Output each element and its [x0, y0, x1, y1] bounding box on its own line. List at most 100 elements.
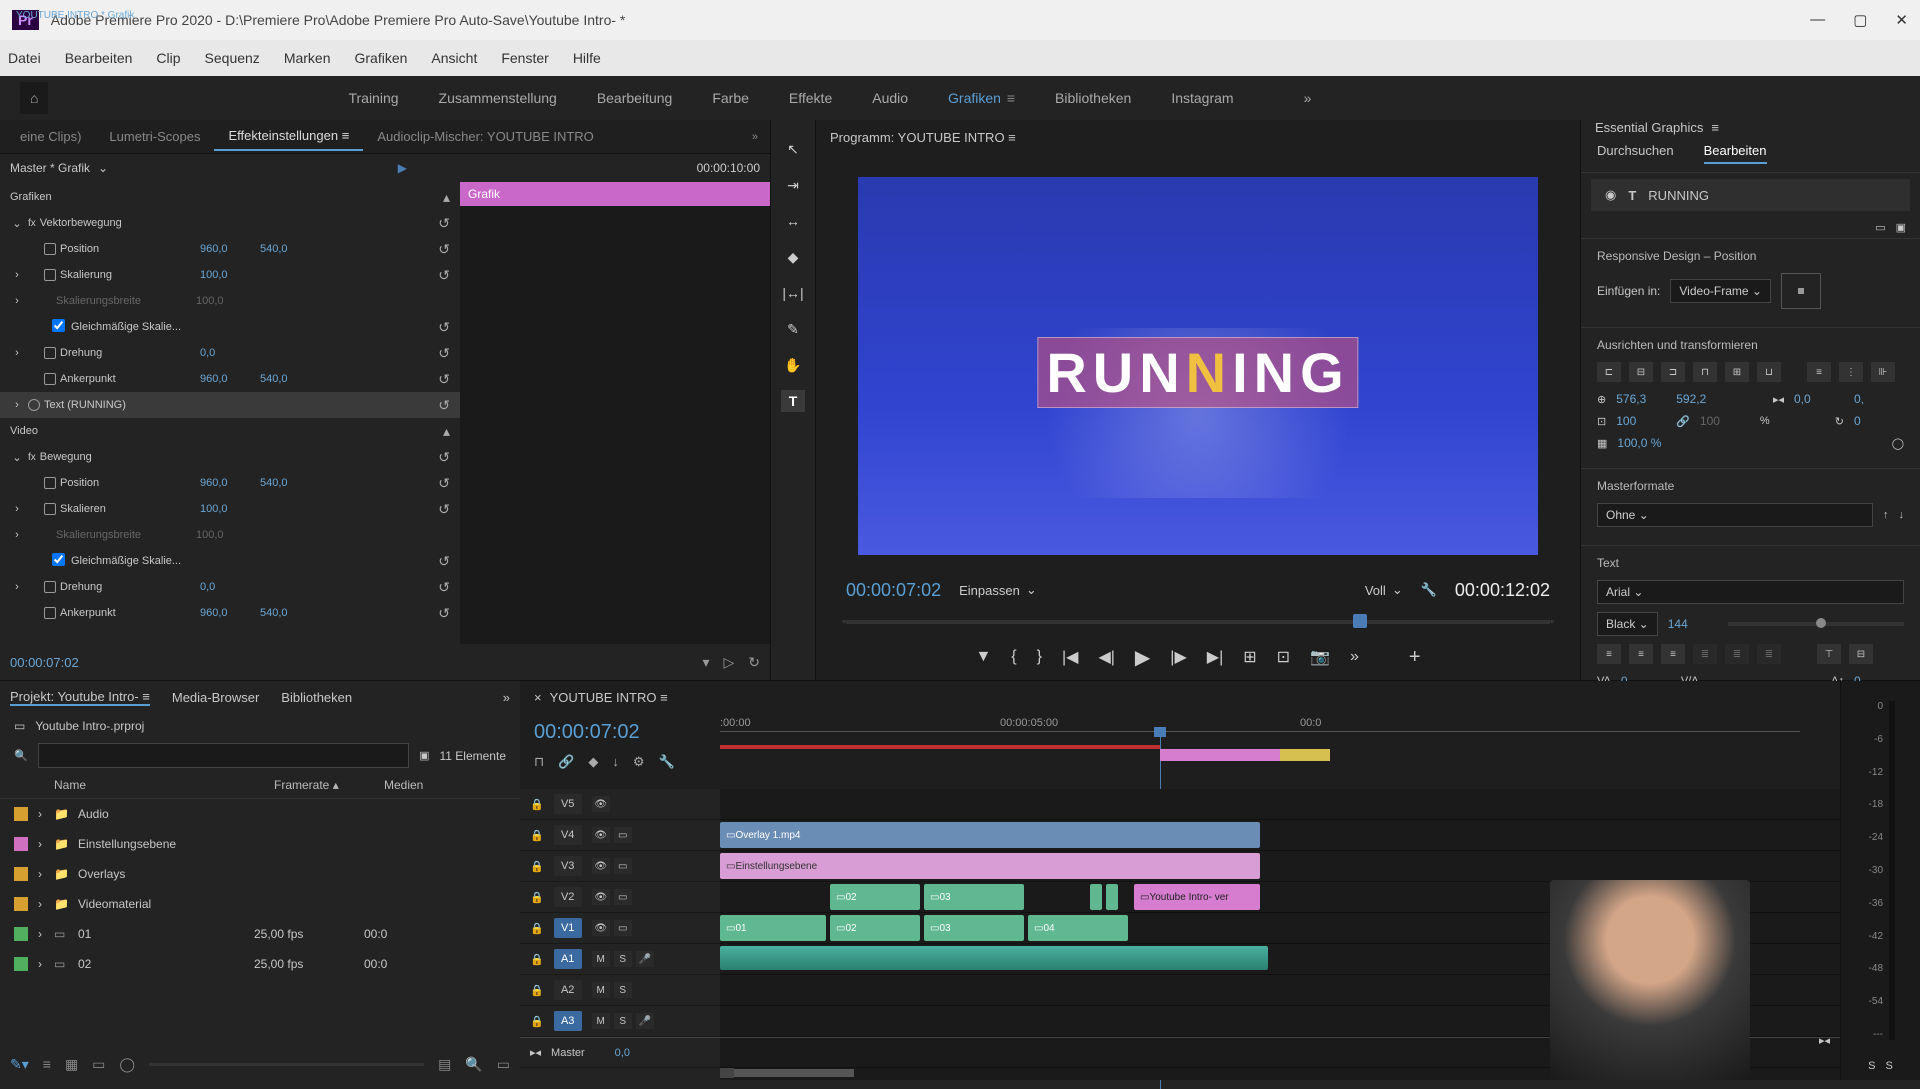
stopwatch-icon[interactable] [44, 269, 56, 281]
slip-tool-icon[interactable]: |↔| [781, 282, 805, 304]
menu-datei[interactable]: Datei [8, 50, 41, 66]
menu-marken[interactable]: Marken [284, 50, 331, 66]
razor-tool-icon[interactable]: ◆ [781, 246, 805, 268]
sequence-clip-label[interactable]: YOUTUBE INTRO * Grafik [10, 2, 140, 28]
reset-icon[interactable]: ↺ [438, 501, 450, 518]
linked-sel-icon[interactable]: 🔗 [558, 754, 574, 770]
wrench-icon[interactable]: 🔧 [1421, 582, 1437, 598]
align-left-icon[interactable]: ⊏ [1597, 362, 1621, 382]
anchor-y[interactable]: 0, [1854, 392, 1904, 406]
mute-icon[interactable]: M [592, 982, 610, 998]
align-center-v-icon[interactable]: ⊞ [1725, 362, 1749, 382]
reset-icon[interactable]: ↺ [438, 345, 450, 362]
type-tool-icon[interactable]: T [781, 390, 805, 412]
align-center-h-icon[interactable]: ⊟ [1629, 362, 1653, 382]
snap-icon[interactable]: ⊓ [534, 754, 544, 770]
uniform-scale-checkbox[interactable] [52, 319, 65, 332]
maximize-icon[interactable]: ▢ [1853, 11, 1867, 29]
go-to-in-icon[interactable]: |◀ [1062, 647, 1078, 667]
anchor-y[interactable]: 540,0 [260, 607, 320, 619]
dropdown-icon[interactable]: ⌄ [98, 161, 108, 175]
track-eye-icon[interactable]: 👁 [592, 827, 610, 843]
group-icon[interactable]: ▣ [1896, 221, 1906, 234]
master-style-dropdown[interactable]: Ohne ⌄ [1597, 503, 1873, 527]
stopwatch-icon[interactable] [44, 607, 56, 619]
prop-text-running[interactable]: Text (RUNNING) [44, 399, 184, 411]
ws-libraries[interactable]: Bibliotheken [1055, 90, 1131, 106]
export-frame-icon[interactable]: 📷 [1310, 647, 1330, 667]
list-view-icon[interactable]: ≡ [43, 1056, 51, 1072]
scrub-end-icon[interactable]: ◦ [1550, 616, 1554, 628]
clip[interactable] [1090, 884, 1102, 910]
text-justify-icon[interactable]: ≣ [1693, 644, 1717, 664]
twirl-icon[interactable]: › [10, 295, 24, 307]
freeform-view-icon[interactable]: ▭ [92, 1056, 105, 1073]
program-timecode-current[interactable]: 00:00:07:02 [846, 580, 941, 601]
opacity[interactable]: 100,0 % [1617, 436, 1667, 450]
ws-training[interactable]: Training [348, 90, 398, 106]
scrubber-handle[interactable] [1353, 614, 1367, 628]
collapse-icon[interactable]: ▸◂ [530, 1046, 541, 1059]
clip[interactable]: ▭ 02 [830, 884, 920, 910]
reset-icon[interactable]: ↺ [438, 475, 450, 492]
solo-icon[interactable]: S [614, 951, 632, 967]
project-item[interactable]: ›📁Overlays [0, 859, 520, 889]
col-media[interactable]: Medien [384, 778, 423, 792]
track-eye-icon[interactable]: 👁 [592, 920, 610, 936]
add-button-icon[interactable]: + [1409, 646, 1421, 669]
uniform-scale-checkbox[interactable] [52, 553, 65, 566]
text-left-icon[interactable]: ≡ [1597, 644, 1621, 664]
insert-icon[interactable]: ⊞ [1243, 647, 1256, 667]
icon-view-icon[interactable]: ▦ [65, 1056, 78, 1073]
search-icon[interactable]: 🔍 [14, 749, 28, 762]
keyframe-area[interactable]: Grafik [460, 182, 770, 644]
play-icon[interactable]: ▶ [1135, 645, 1150, 670]
ws-editing[interactable]: Bearbeitung [597, 90, 673, 106]
effect-footer-timecode[interactable]: 00:00:07:02 [10, 655, 79, 670]
twirl-icon[interactable]: › [10, 399, 24, 411]
font-weight-dropdown[interactable]: Black ⌄ [1597, 612, 1658, 636]
filter-icon[interactable]: ▾ [702, 654, 709, 671]
panel-menu-icon[interactable]: ≡ [342, 128, 350, 143]
clip[interactable]: ▭ 03 [924, 915, 1024, 941]
tab-media-browser[interactable]: Media-Browser [172, 690, 259, 705]
stopwatch-icon[interactable] [44, 503, 56, 515]
track-toggle[interactable]: V5 [554, 794, 582, 814]
menu-hilfe[interactable]: Hilfe [573, 50, 601, 66]
pos-y[interactable]: 592,2 [1676, 392, 1726, 406]
resolution-dropdown[interactable]: Voll ⌄ [1365, 582, 1403, 598]
twirl-icon[interactable]: ⌄ [10, 451, 24, 464]
zoom-out-handle[interactable] [720, 1068, 734, 1078]
reset-icon[interactable]: ↺ [438, 397, 450, 414]
tab-sequence[interactable]: YOUTUBE INTRO ≡ [550, 690, 668, 705]
clip-highlight[interactable] [1280, 749, 1330, 761]
reset-icon[interactable]: ↺ [438, 449, 450, 466]
in-point-icon[interactable]: { [1011, 648, 1016, 666]
lock-icon[interactable]: 🔒 [530, 953, 544, 966]
stopwatch-icon[interactable] [44, 581, 56, 593]
play-only-icon[interactable]: ▷ [723, 654, 734, 671]
timeline-timecode[interactable]: 00:00:07:02 [534, 721, 706, 744]
text-layer-running[interactable]: RUNNING [1037, 337, 1358, 408]
zoom-scrollbar[interactable] [734, 1069, 854, 1077]
distribute-h-icon[interactable]: ≡ [1807, 362, 1831, 382]
clip[interactable]: ▭ Overlay 1.mp4 [720, 822, 1260, 848]
overflow-icon[interactable]: » [503, 690, 510, 705]
ws-audio[interactable]: Audio [872, 90, 908, 106]
marker-icon[interactable]: ◆ [588, 754, 598, 770]
rec-icon[interactable]: 🎤 [636, 1013, 654, 1029]
track-target-icon[interactable]: ▭ [614, 827, 632, 843]
track-select-tool-icon[interactable]: ⇥ [781, 174, 805, 196]
reset-icon[interactable]: ↺ [438, 215, 450, 232]
text-top-icon[interactable]: ⊤ [1817, 644, 1841, 664]
tab-source-clips[interactable]: eine Clips) [6, 123, 95, 150]
search-input[interactable] [38, 743, 409, 768]
anchor-y[interactable]: 540,0 [260, 373, 320, 385]
audio-clip[interactable] [720, 946, 1268, 970]
overwrite-icon[interactable]: ⊡ [1277, 647, 1290, 667]
ripple-tool-icon[interactable]: ↔ [781, 210, 805, 232]
minimize-icon[interactable]: — [1810, 11, 1825, 29]
anchor-x[interactable]: 960,0 [200, 373, 260, 385]
clip[interactable]: ▭ Youtube Intro- ver [1134, 884, 1260, 910]
ws-menu-icon[interactable]: ≡ [1003, 90, 1015, 106]
